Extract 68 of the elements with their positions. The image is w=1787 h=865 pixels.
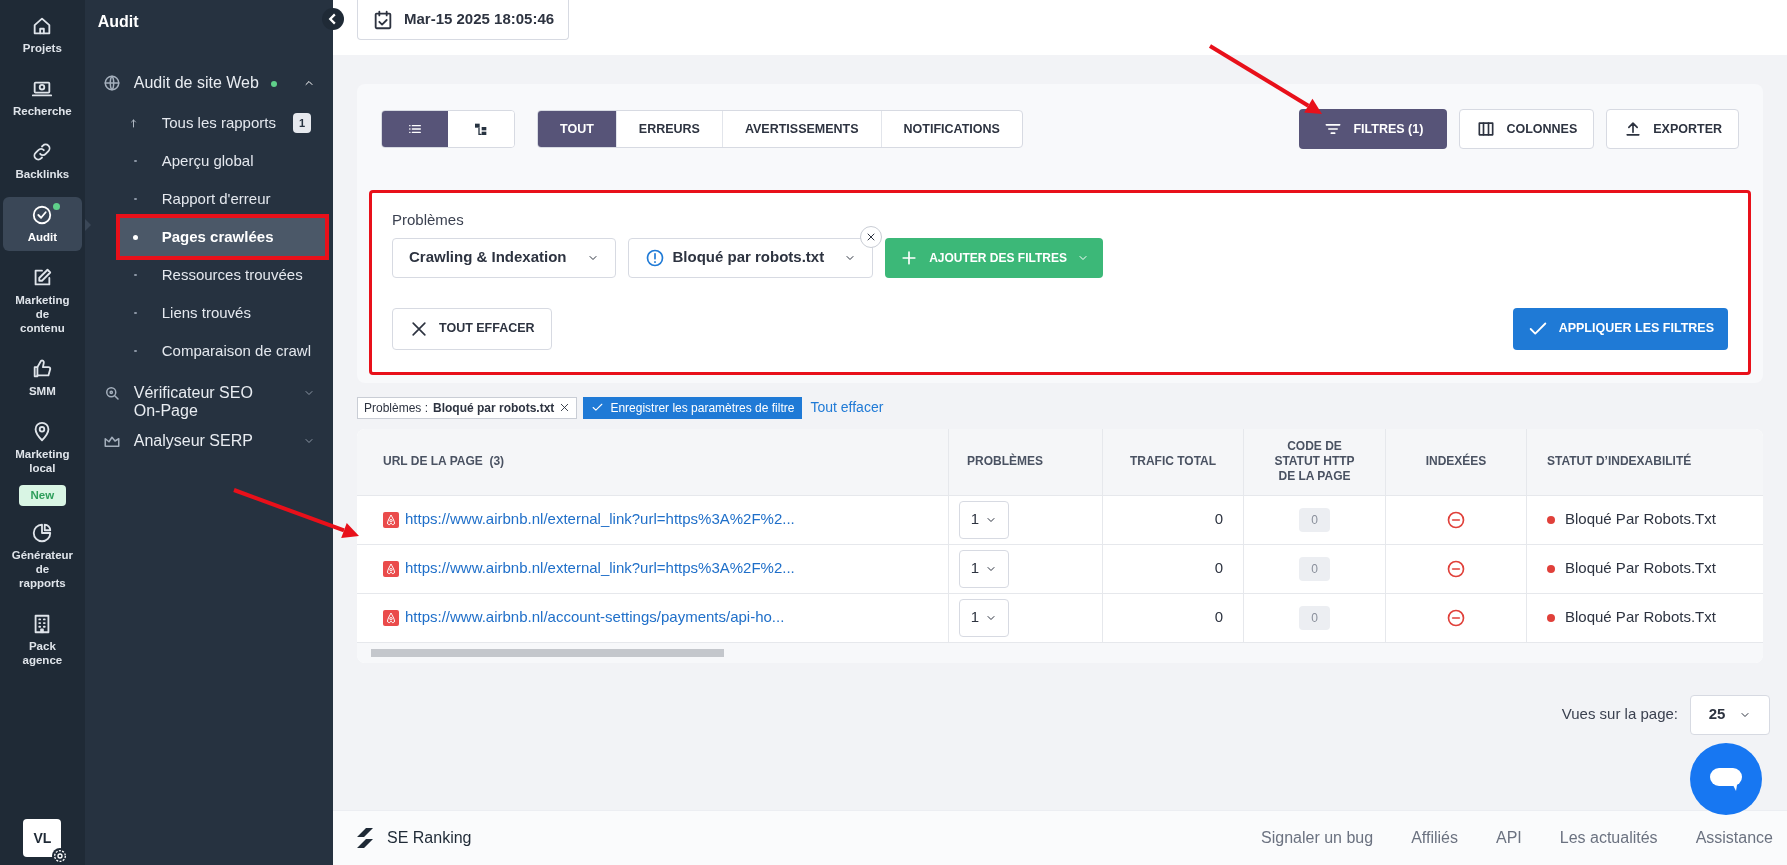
footer-link[interactable]: API [1496,826,1522,850]
nav-item[interactable]: Audit [3,197,82,251]
page-size-select[interactable]: 25 [1690,694,1770,735]
status-text: Bloqué Par Robots.Txt [1565,607,1716,628]
sidebar-section[interactable]: Audit de site Web [84,74,333,92]
tab[interactable]: AVERTISSEMENTS [721,111,881,147]
nav-item[interactable]: Marketing local [3,414,82,482]
footer-link[interactable]: Signaler un bug [1261,826,1374,850]
filter-tag-value: Bloqué par robots.txt [433,399,555,417]
brand-name: SE Ranking [387,828,472,848]
new-badge: New [18,485,67,507]
traffic-value: 0 [1214,509,1223,530]
sidebar-title: Audit [96,12,140,32]
nav-item[interactable]: SMM [3,351,82,405]
count-badge: 1 [292,112,311,134]
sidebar-section[interactable]: Vérificateur SEO On-Page [84,384,333,420]
filter-label: Problèmes [392,210,465,230]
status-text: Bloqué Par Robots.Txt [1565,509,1716,530]
tab[interactable]: NOTIFICATIONS [880,111,1022,147]
user-avatar[interactable]: VL [23,819,62,857]
export-button[interactable]: EXPORTER [1606,109,1739,149]
clear-all-button[interactable]: TOUT EFFACER [392,307,552,350]
nav-item[interactable]: Projets [3,8,82,62]
save-filters-button[interactable]: Enregistrer les paramètres de filtre [583,396,803,419]
nav-item[interactable]: Recherche [3,71,82,125]
column-header: TRAFIC TOTAL [1129,454,1217,469]
http-code-pill: 0 [1299,556,1330,581]
traffic-value: 0 [1214,607,1223,628]
footer-link[interactable]: Affiliés [1411,826,1458,850]
status-text: Bloqué Par Robots.Txt [1565,558,1716,579]
problems-select[interactable]: 1 [959,500,1009,539]
sidebar-item[interactable]: Rapport d'erreur [119,180,325,218]
sidebar-item[interactable]: Tous les rapports 1 [119,104,325,142]
date-button[interactable]: Mar-15 2025 18:05:46 [357,0,570,40]
http-code-pill: 0 [1299,507,1330,532]
sidebar-item[interactable]: Aperçu global [119,142,325,180]
footer-link[interactable]: Assistance [1695,826,1773,850]
nav-item[interactable]: Marketing de contenu [3,260,82,342]
page-url-link[interactable]: https://www.airbnb.nl/external_link?url=https%3A%2F%2... [405,508,795,531]
traffic-value: 0 [1214,558,1223,579]
columns-button[interactable]: COLONNES [1459,109,1595,149]
column-header: CODE DE STATUT HTTP DE LA PAGE [1273,439,1356,484]
sidebar-item[interactable]: Ressources trouvées [119,256,325,294]
column-header: URL DE LA PAGE (3) [383,454,505,469]
column-header: INDEXÉES [1425,454,1487,469]
tab[interactable]: TOUT [538,111,616,147]
page-size-label: Vues sur la page: [1561,704,1678,725]
problems-select[interactable]: 1 [959,549,1009,588]
clear-all-link[interactable]: Tout effacer [810,397,884,418]
page-url-link[interactable]: https://www.airbnb.nl/account-settings/payments/api-ho... [405,606,785,629]
filter-select[interactable]: Crawling & Indexation [392,237,616,278]
filter-button[interactable]: FILTRES (1) [1299,109,1448,149]
column-header: STATUT D’INDEXABILITÉ [1547,454,1692,469]
nav-item[interactable]: Backlinks [3,134,82,188]
filter-select[interactable]: Bloqué par robots.txt [627,237,874,278]
http-code-pill: 0 [1299,605,1330,630]
sidebar-item[interactable]: Comparaison de crawl [119,332,325,370]
problems-select[interactable]: 1 [959,598,1009,637]
filter-tag-label: Problèmes : [364,399,429,417]
nav-item[interactable]: Générateur de rapports [3,515,82,598]
nav-item[interactable]: Pack agence [3,606,82,675]
sidebar-item[interactable]: Liens trouvés [119,294,325,332]
column-header: PROBLÈMES [967,454,1043,469]
sidebar-section[interactable]: Analyseur SERP [84,432,333,450]
apply-filters-button[interactable]: APPLIQUER LES FILTRES [1512,307,1728,350]
tab[interactable]: ERREURS [615,111,722,147]
footer-link[interactable]: Les actualités [1559,826,1658,850]
page-url-link[interactable]: https://www.airbnb.nl/external_link?url=https%3A%2F%2... [405,557,795,580]
